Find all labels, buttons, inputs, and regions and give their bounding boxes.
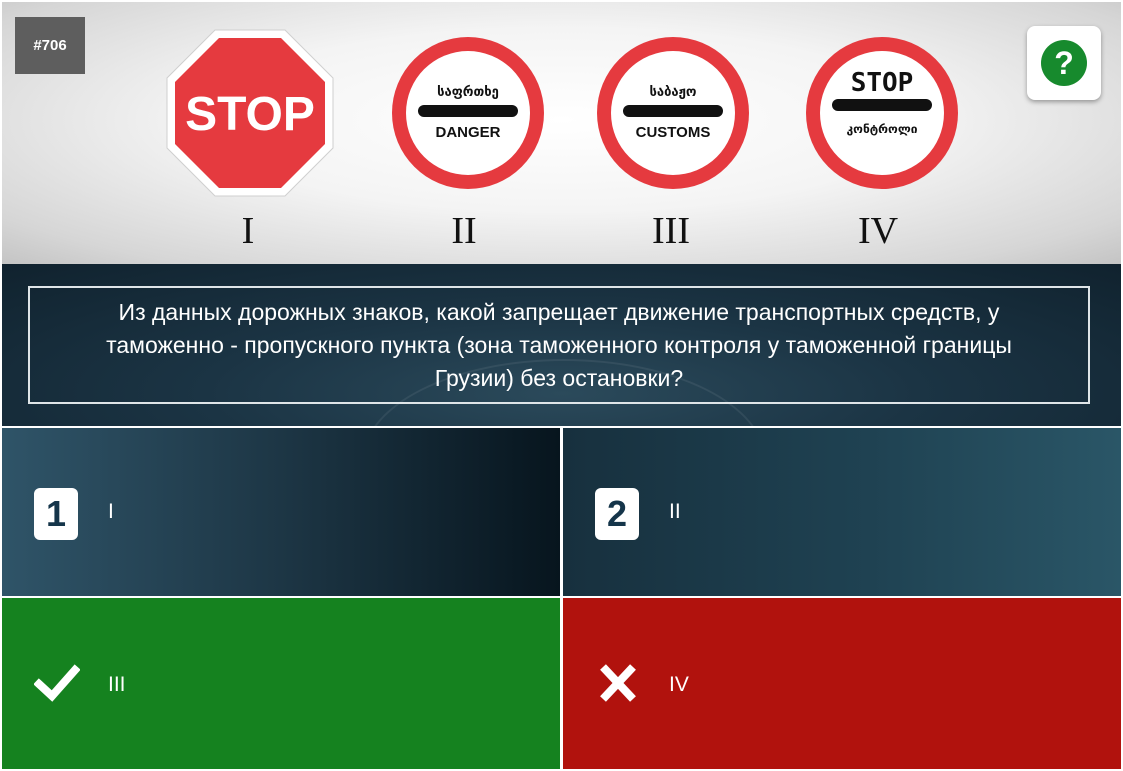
sign-2-top-text: საფრთხე (437, 85, 499, 100)
question-id-badge: #706 (15, 17, 85, 74)
sign-1-text: STOP (185, 88, 315, 141)
answer-option-4-wrong[interactable]: IV (563, 598, 1121, 769)
answer-label: I (108, 500, 114, 523)
check-icon (34, 664, 80, 702)
answer-option-1[interactable]: 1 I (2, 428, 560, 596)
answer-number-badge: 1 (34, 488, 78, 540)
sign-danger-barrier: საფრთხე DANGER (390, 35, 546, 191)
answer-option-2[interactable]: 2 II (563, 428, 1121, 596)
sign-numeral-1: I (241, 210, 255, 252)
answer-option-3-correct[interactable]: III (2, 598, 560, 769)
question-mark-icon: ? (1041, 40, 1087, 86)
signs-image: #706 STOP საფრთხე DANGER საბაჟო CUSTOMS (2, 2, 1121, 264)
sign-4-top-text: STOP (851, 68, 914, 98)
sign-2-bottom-text: DANGER (435, 124, 500, 141)
question-box: Из данных дорожных знаков, какой запреща… (28, 286, 1090, 404)
cross-icon (600, 664, 636, 702)
answer-label: IV (669, 673, 689, 696)
sign-stop-control-barrier: STOP კონტროლი (804, 35, 960, 191)
answer-label: III (108, 673, 126, 696)
sign-customs-barrier: საბაჟო CUSTOMS (595, 35, 751, 191)
sign-3-top-text: საბაჟო (649, 85, 696, 100)
sign-3-bottom-text: CUSTOMS (636, 124, 711, 141)
sign-numeral-3: III (652, 210, 690, 252)
sign-stop-octagon: STOP (165, 28, 335, 198)
sign-numeral-4: IV (857, 210, 899, 252)
answer-label: II (669, 500, 681, 523)
answer-number-badge: 2 (595, 488, 639, 540)
sign-4-bottom-text: კონტროლი (847, 122, 918, 136)
sign-numeral-2: II (451, 210, 477, 252)
question-text: Из данных дорожных знаков, какой запреща… (106, 298, 1012, 391)
help-button[interactable]: ? (1027, 26, 1101, 100)
question-panel: Из данных дорожных знаков, какой запреща… (2, 264, 1121, 426)
